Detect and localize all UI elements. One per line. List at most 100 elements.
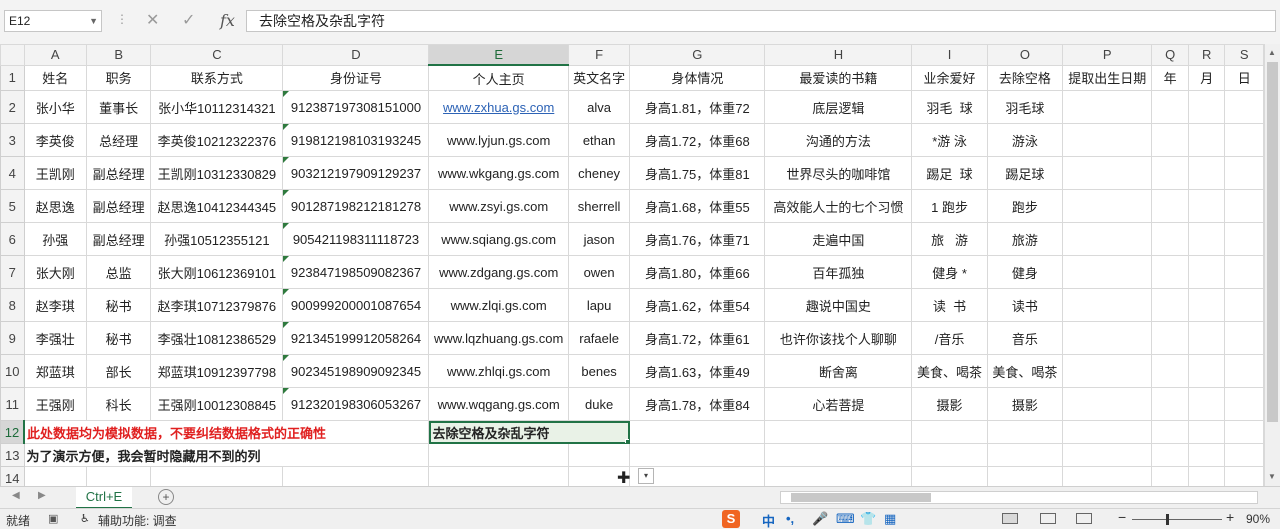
cell[interactable]: 身高1.81，体重72: [629, 90, 766, 124]
cell[interactable]: [1062, 156, 1153, 190]
cell[interactable]: [1187, 222, 1226, 256]
header-cell[interactable]: 姓名: [23, 64, 88, 91]
row-header[interactable]: 9: [0, 321, 25, 355]
microphone-icon[interactable]: 🎤: [812, 511, 828, 527]
cell[interactable]: 音乐: [986, 321, 1064, 355]
vertical-scrollbar[interactable]: ▲ ▼: [1264, 44, 1280, 486]
prev-sheet-icon[interactable]: ◀: [12, 490, 20, 501]
row-header[interactable]: 4: [0, 156, 25, 190]
cell[interactable]: 也许你该找个人聊聊: [764, 321, 913, 355]
row-header[interactable]: 2: [0, 90, 25, 124]
cell[interactable]: www.lqzhuang.gs.com: [428, 321, 569, 355]
cell[interactable]: [1062, 90, 1153, 124]
header-cell[interactable]: 年: [1151, 64, 1189, 91]
cell[interactable]: 羽毛 球: [911, 90, 988, 124]
cell[interactable]: [1187, 466, 1226, 486]
cell[interactable]: [1224, 90, 1264, 124]
scroll-thumb[interactable]: [1267, 62, 1278, 422]
cell[interactable]: [1062, 321, 1153, 355]
cell[interactable]: [986, 466, 1064, 486]
cell[interactable]: [1151, 443, 1189, 467]
cell[interactable]: 摄影: [986, 387, 1064, 421]
cell[interactable]: [1151, 354, 1189, 388]
cell[interactable]: [629, 443, 766, 467]
cell[interactable]: benes: [567, 354, 631, 388]
keyboard-icon[interactable]: ⌨: [836, 511, 855, 527]
cell[interactable]: 李英俊10212322376: [150, 123, 284, 157]
flash-fill-options-button[interactable]: ▾: [638, 468, 654, 484]
cell[interactable]: [428, 466, 569, 486]
cell[interactable]: [1187, 90, 1226, 124]
cell[interactable]: 张大刚: [23, 255, 88, 289]
page-layout-icon[interactable]: [1040, 513, 1056, 524]
cell[interactable]: 903212197909129237: [282, 156, 430, 190]
cell[interactable]: [1151, 222, 1189, 256]
cell[interactable]: [1151, 255, 1189, 289]
macro-record-icon[interactable]: ▣: [48, 512, 58, 525]
row-header[interactable]: 3: [0, 123, 25, 157]
cell[interactable]: 踢足球: [986, 156, 1064, 190]
function-icon[interactable]: fx: [220, 10, 235, 32]
cell[interactable]: 心若菩提: [764, 387, 913, 421]
cell[interactable]: 923847198509082367: [282, 255, 430, 289]
cell[interactable]: 沟通的方法: [764, 123, 913, 157]
cell[interactable]: *游 泳: [911, 123, 988, 157]
header-cell[interactable]: 月: [1187, 64, 1226, 91]
cell[interactable]: [282, 466, 430, 486]
cell[interactable]: 身高1.72，体重61: [629, 321, 766, 355]
cell[interactable]: [764, 420, 913, 444]
cell[interactable]: 美食、喝茶: [911, 354, 988, 388]
cell[interactable]: 921345199912058264: [282, 321, 430, 355]
cell[interactable]: 董事长: [86, 90, 152, 124]
cell[interactable]: 读 书: [911, 288, 988, 322]
cell[interactable]: [1062, 189, 1153, 223]
cell[interactable]: [1151, 123, 1189, 157]
cell[interactable]: 身高1.80，体重66: [629, 255, 766, 289]
column-header[interactable]: G: [629, 44, 766, 66]
cell[interactable]: 919812198103193245: [282, 123, 430, 157]
cell[interactable]: [1224, 189, 1264, 223]
header-cell[interactable]: 业余爱好: [911, 64, 988, 91]
zoom-level[interactable]: 90%: [1246, 512, 1270, 526]
cell[interactable]: [1062, 387, 1153, 421]
page-break-icon[interactable]: [1076, 513, 1092, 524]
cell[interactable]: [1151, 420, 1189, 444]
cell[interactable]: 底层逻辑: [764, 90, 913, 124]
cell[interactable]: 张大刚10612369101: [150, 255, 284, 289]
cell[interactable]: [1151, 189, 1189, 223]
cell[interactable]: lapu: [567, 288, 631, 322]
cell[interactable]: www.zsyi.gs.com: [428, 189, 569, 223]
cell[interactable]: 身高1.75，体重81: [629, 156, 766, 190]
skin-icon[interactable]: 👕: [860, 511, 876, 527]
cell[interactable]: 赵思逸10412344345: [150, 189, 284, 223]
cell[interactable]: [1224, 255, 1264, 289]
more-icon[interactable]: ⋮: [116, 12, 129, 26]
row-header[interactable]: 7: [0, 255, 25, 289]
cell[interactable]: 身高1.68，体重55: [629, 189, 766, 223]
cell[interactable]: [86, 466, 152, 486]
cell[interactable]: /音乐: [911, 321, 988, 355]
cell[interactable]: 赵李琪: [23, 288, 88, 322]
cell[interactable]: 副总经理: [86, 189, 152, 223]
cell[interactable]: 副总经理: [86, 222, 152, 256]
status-accessibility[interactable]: 辅助功能: 调查: [98, 512, 177, 529]
cell[interactable]: 身高1.72，体重68: [629, 123, 766, 157]
cell[interactable]: 张小华10112314321: [150, 90, 284, 124]
cell[interactable]: [1062, 420, 1153, 444]
cell[interactable]: 踢足 球: [911, 156, 988, 190]
accessibility-icon[interactable]: ♿: [80, 512, 90, 525]
cell[interactable]: [1224, 222, 1264, 256]
cell[interactable]: [1187, 288, 1226, 322]
cell[interactable]: 905421198311118723: [282, 222, 430, 256]
cell[interactable]: [1187, 354, 1226, 388]
column-header[interactable]: R: [1187, 44, 1226, 66]
column-header[interactable]: A: [23, 44, 88, 66]
cell[interactable]: 走遍中国: [764, 222, 913, 256]
cell[interactable]: 副总经理: [86, 156, 152, 190]
cell[interactable]: 科长: [86, 387, 152, 421]
cell[interactable]: [764, 443, 913, 467]
cell[interactable]: rafaele: [567, 321, 631, 355]
zoom-slider-thumb[interactable]: [1166, 514, 1169, 525]
cell[interactable]: [1187, 189, 1226, 223]
horizontal-scrollbar[interactable]: [780, 491, 1258, 504]
